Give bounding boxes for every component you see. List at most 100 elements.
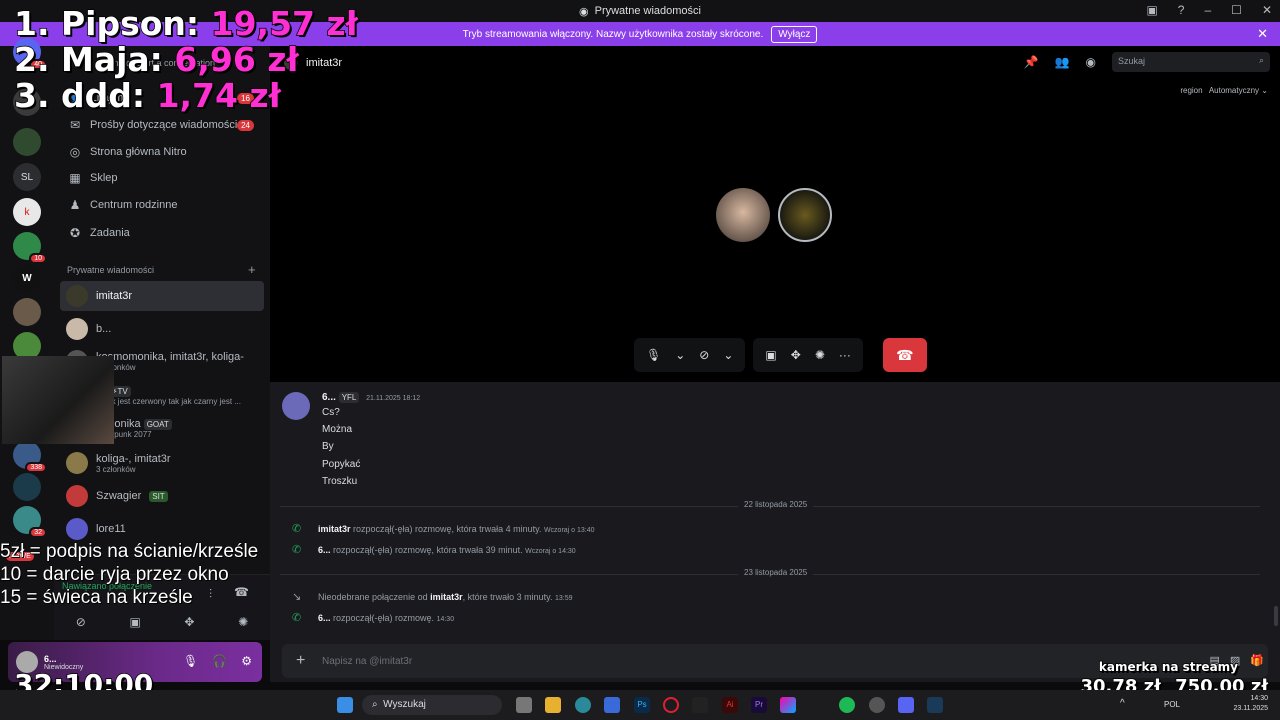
nav-nitro[interactable]: ◎ Strona główna Nitro [60, 138, 264, 166]
close-banner-icon[interactable]: ✕ [1257, 26, 1268, 42]
microphone-icon[interactable]: 🎙 [646, 348, 661, 362]
steam-icon[interactable] [927, 697, 943, 713]
message-line: Popykać [322, 459, 361, 470]
message-author[interactable]: 6... [322, 392, 336, 403]
nav-message-requests[interactable]: ✉ Prośby dotyczące wiadomości 24 [60, 111, 264, 139]
taskbar-clock[interactable]: 14:30 23.11.2025 [1233, 694, 1268, 714]
screen-share-icon[interactable]: ▣ [129, 615, 140, 629]
soundboard-icon[interactable]: ✺ [815, 348, 825, 362]
inbox-icon[interactable]: ▣ [1146, 3, 1157, 17]
search-input[interactable]: Szukaj ⌕ [1112, 52, 1270, 72]
windows-taskbar: ⌕ Wyszukaj Ps Ai Pr ^ POL 14:30 23.11.20… [0, 690, 1280, 720]
server-icon[interactable]: 338 [13, 441, 47, 473]
camera-off-icon[interactable]: ⊘ [76, 615, 86, 629]
discord-icon: ◉ [579, 5, 589, 18]
dm-item[interactable]: Szwagier SIT [60, 481, 264, 511]
webcam-feed [2, 356, 114, 444]
dm-item[interactable]: b... [60, 314, 264, 344]
call-text: rozpoczął(-ęła) rozmowę, która trwała 39… [333, 544, 523, 555]
soundboard-icon[interactable]: ✺ [238, 615, 248, 629]
store-icon[interactable] [604, 697, 620, 713]
chrome-icon[interactable] [869, 697, 885, 713]
call-user[interactable]: 6... [318, 613, 331, 623]
maximize-button[interactable]: ☐ [1231, 3, 1242, 17]
screen-share-icon[interactable]: ▣ [765, 348, 776, 362]
server-icon[interactable]: W [13, 264, 41, 292]
participant-avatar[interactable] [716, 188, 770, 242]
disconnect-call-button[interactable]: ☎ [882, 338, 927, 372]
more-options-icon[interactable]: ··· [839, 348, 851, 362]
opera-icon[interactable] [663, 697, 679, 713]
taskbar-search[interactable]: ⌕ Wyszukaj [362, 695, 502, 715]
discord-icon[interactable] [898, 697, 914, 713]
photoshop-icon[interactable]: Ps [634, 697, 650, 713]
file-explorer-icon[interactable] [545, 697, 561, 713]
avatar [66, 452, 88, 474]
microphone-icon[interactable]: 🎙 [183, 654, 198, 668]
app-icon[interactable] [780, 697, 796, 713]
close-window-button[interactable]: ✕ [1262, 3, 1272, 17]
server-icon[interactable] [13, 298, 41, 326]
dm-subtitle: 3 członków [96, 464, 136, 474]
region-selector[interactable]: region Automatyczny ⌄ [1180, 86, 1268, 95]
nav-family-center[interactable]: ♟ Centrum rodzinne [60, 191, 264, 219]
keyboard-language[interactable]: POL [1164, 700, 1180, 709]
server-icon[interactable]: SL [13, 163, 41, 191]
pin-icon[interactable]: 📌 [1024, 55, 1039, 69]
edge-icon[interactable] [575, 697, 591, 713]
region-label: region [1180, 86, 1203, 95]
call-log-entry: ✆ 6... rozpoczął(-ęła) rozmowę, która trw… [292, 543, 576, 556]
dm-item-imitat3r[interactable]: imitat3r [60, 281, 264, 311]
illustrator-icon[interactable]: Ai [722, 697, 738, 713]
nav-quests[interactable]: ✪ Zadania [60, 219, 264, 247]
rule-line: 5zł = podpis na ścianie/krześle [0, 541, 259, 563]
server-icon[interactable]: 10 [13, 232, 47, 264]
call-prefix: Nieodebrane połączenie od [318, 591, 428, 602]
new-dm-icon[interactable]: + [248, 262, 256, 277]
dm-item[interactable]: koliga-, imitat3r 3 członków [60, 448, 264, 478]
participant-avatar[interactable] [778, 188, 832, 242]
premiere-icon[interactable]: Pr [751, 697, 767, 713]
leaderboard-amount: 1,74 zł [156, 76, 282, 115]
chevron-down-icon[interactable]: ⌄ [723, 348, 733, 362]
avatar [66, 485, 88, 507]
activities-icon[interactable]: ✥ [184, 615, 194, 629]
attach-plus-icon[interactable]: + [296, 652, 305, 670]
guild-tag: YFL [338, 392, 360, 403]
call-user[interactable]: 6... [318, 545, 331, 555]
task-view-icon[interactable] [516, 697, 532, 713]
start-icon[interactable] [337, 697, 353, 713]
server-icon[interactable]: 32 [13, 506, 47, 538]
avatar [66, 318, 88, 340]
disable-streamer-mode-button[interactable]: Wyłącz [771, 25, 818, 43]
leaderboard-amount: 19,57 zł [210, 4, 359, 43]
spotify-icon[interactable] [839, 697, 855, 713]
message-avatar[interactable] [282, 392, 310, 420]
message-line: Można [322, 424, 353, 435]
leaderboard-rank: 3. ddd: [13, 76, 146, 115]
call-log-entry: ↘ Nieodebrane połączenie od imitat3r, któ… [292, 590, 573, 603]
profile-icon[interactable]: ◉ [1086, 55, 1096, 69]
divider-label: 23 listopada 2025 [738, 568, 814, 577]
headphones-icon[interactable]: 🎧 [212, 654, 227, 668]
server-icon[interactable]: k [13, 198, 41, 226]
call-user[interactable]: imitat3r [430, 592, 463, 602]
app-icon[interactable] [692, 697, 708, 713]
tray-chevron-icon[interactable]: ^ [1120, 698, 1125, 709]
call-user[interactable]: imitat3r [318, 524, 351, 534]
server-icon[interactable] [13, 473, 41, 501]
chevron-down-icon[interactable]: ⌄ [675, 348, 685, 362]
nav-shop[interactable]: ▦ Sklep [60, 164, 264, 192]
scrollbar[interactable] [1274, 606, 1278, 626]
server-icon[interactable] [13, 128, 41, 156]
add-friends-icon[interactable]: 👥 [1055, 55, 1070, 69]
activities-icon[interactable]: ✥ [791, 348, 801, 362]
call-log-entry: ✆ 6... rozpoczął(-ęła) rozmowę. 14:30 [292, 611, 454, 624]
help-icon[interactable]: ? [1178, 3, 1185, 17]
guild-tag: SIT [149, 490, 168, 502]
settings-gear-icon[interactable]: ⚙ [241, 654, 252, 668]
minimize-button[interactable]: – [1204, 3, 1211, 17]
camera-off-icon[interactable]: ⊘ [699, 348, 709, 362]
gift-icon[interactable]: 🎁 [1250, 654, 1264, 667]
avatar [66, 518, 88, 540]
